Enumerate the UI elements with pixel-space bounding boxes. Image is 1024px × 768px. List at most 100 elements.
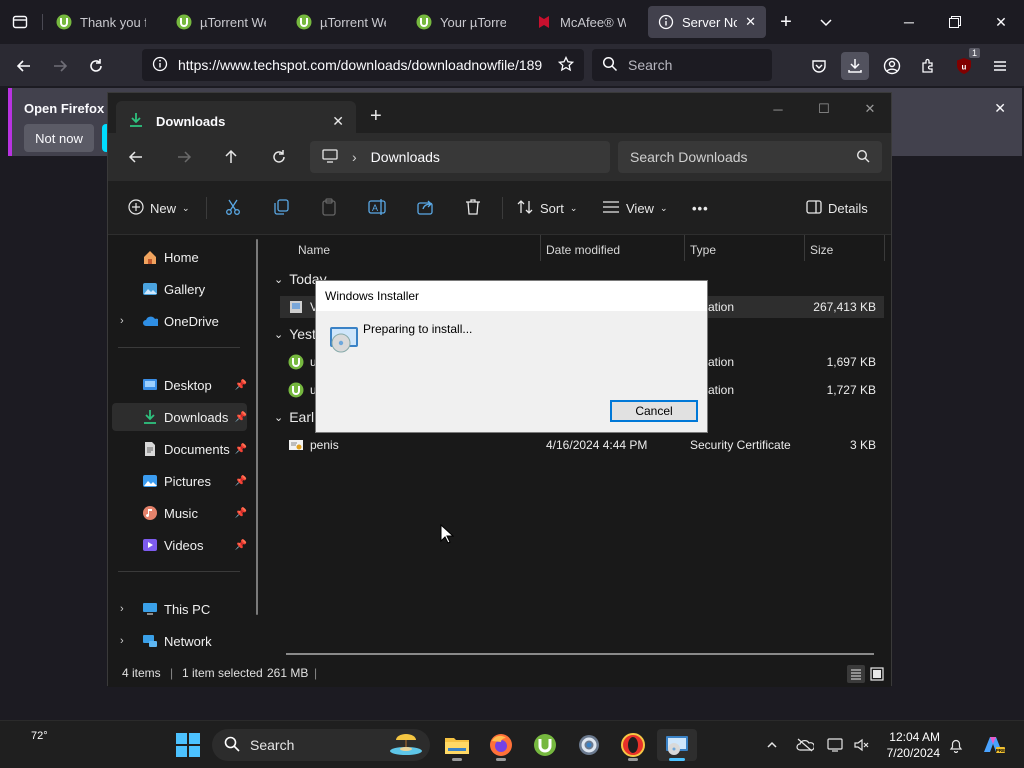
taskbar-search[interactable]: Search (212, 729, 430, 761)
browser-tab[interactable]: Thank you for (46, 6, 156, 38)
chevron-down-icon[interactable]: ⌄ (274, 328, 283, 341)
nav-item-home[interactable]: Home (112, 243, 247, 271)
pocket-icon[interactable] (805, 52, 833, 80)
more-options-button[interactable]: ••• (692, 195, 709, 221)
browser-tab[interactable]: µTorrent Web (286, 6, 396, 38)
browser-tab[interactable]: McAfee® Web (526, 6, 636, 38)
column-divider[interactable] (804, 235, 805, 261)
column-divider[interactable] (884, 235, 885, 261)
not-now-button[interactable]: Not now (24, 124, 94, 152)
reload-button[interactable] (82, 52, 110, 80)
pin-icon[interactable]: 📌 (235, 508, 247, 519)
nav-item-desktop[interactable]: Desktop 📌 (112, 371, 247, 399)
new-tab-button[interactable]: + (774, 10, 798, 34)
tiles-view-toggle[interactable] (868, 665, 886, 683)
browser-tab[interactable]: Your µTorrent (406, 6, 516, 38)
column-header-type[interactable]: Type (690, 243, 716, 257)
search-bar[interactable]: Search (592, 49, 772, 81)
notification-bell-icon[interactable] (946, 735, 966, 755)
rename-button[interactable]: A (368, 195, 386, 221)
nav-item-documents[interactable]: Documents 📌 (112, 435, 247, 463)
close-window-button[interactable]: ✕ (978, 8, 1024, 36)
url-bar[interactable]: https://www.techspot.com/downloads/downl… (142, 49, 584, 81)
start-button[interactable] (176, 733, 200, 757)
network-icon[interactable] (826, 735, 846, 755)
maximize-button[interactable]: ☐ (802, 99, 846, 119)
url-text[interactable]: https://www.techspot.com/downloads/downl… (178, 57, 548, 73)
clock[interactable]: 12:04 AM 7/20/2024 (884, 729, 940, 761)
pin-icon[interactable]: 📌 (235, 476, 247, 487)
search-input[interactable]: Search Downloads (618, 141, 882, 173)
close-tab-icon[interactable]: ✕ (332, 113, 344, 130)
extensions-icon[interactable] (914, 52, 942, 80)
list-all-tabs-button[interactable] (814, 10, 838, 34)
group-header-yesterday[interactable]: ⌄ Yest (274, 323, 316, 345)
pin-icon[interactable]: 📌 (235, 380, 247, 391)
taskbar-settings[interactable] (569, 729, 609, 761)
share-button[interactable] (416, 195, 434, 221)
breadcrumb[interactable]: Downloads (371, 149, 440, 165)
close-icon[interactable]: ✕ (994, 100, 1006, 117)
chevron-right-icon[interactable]: › (120, 603, 124, 615)
close-tab-icon[interactable]: ✕ (745, 14, 756, 30)
nav-item-pictures[interactable]: Pictures 📌 (112, 467, 247, 495)
onedrive-offline-icon[interactable] (795, 735, 815, 755)
chevron-down-icon[interactable]: ⌄ (274, 411, 283, 424)
refresh-button[interactable] (265, 143, 293, 171)
nav-item-downloads[interactable]: Downloads 📌 (112, 403, 247, 431)
chevron-down-icon[interactable]: ⌄ (274, 273, 283, 286)
taskbar-utorrent[interactable] (525, 729, 565, 761)
pin-icon[interactable]: 📌 (235, 444, 247, 455)
cut-button[interactable] (224, 195, 242, 221)
ublock-icon[interactable]: u 1 (950, 48, 980, 80)
delete-button[interactable] (464, 195, 482, 221)
minimize-button[interactable]: ─ (756, 99, 800, 119)
column-divider[interactable] (684, 235, 685, 261)
new-button[interactable]: New ⌄ (128, 195, 190, 221)
firefox-view-icon[interactable] (8, 10, 32, 34)
new-tab-button[interactable]: + (370, 105, 382, 128)
column-header-date[interactable]: Date modified (546, 243, 620, 257)
chevron-up-icon[interactable] (762, 735, 782, 755)
close-window-button[interactable]: ✕ (848, 99, 892, 119)
column-header-name[interactable]: Name (298, 243, 330, 257)
browser-tab-active[interactable]: Server Not F ✕ (648, 6, 766, 38)
volume-muted-icon[interactable] (852, 735, 872, 755)
horizontal-scrollbar[interactable] (286, 653, 874, 655)
browser-tab[interactable]: µTorrent Web (166, 6, 276, 38)
bookmark-star-icon[interactable] (557, 55, 575, 75)
view-button[interactable]: View ⌄ (602, 195, 668, 221)
forward-button[interactable] (170, 143, 198, 171)
downloads-icon[interactable] (841, 52, 869, 80)
account-icon[interactable] (878, 52, 906, 80)
menu-icon[interactable] (986, 52, 1014, 80)
details-button[interactable]: Details (806, 195, 868, 221)
address-bar[interactable]: › Downloads (310, 141, 610, 173)
forward-button[interactable] (46, 52, 74, 80)
chevron-right-icon[interactable]: › (352, 149, 357, 165)
site-info-icon[interactable] (152, 56, 168, 75)
column-divider[interactable] (540, 235, 541, 261)
nav-item-network[interactable]: › Network (112, 627, 247, 655)
nav-scrollbar[interactable] (256, 239, 258, 615)
copy-button[interactable] (272, 195, 290, 221)
back-button[interactable] (10, 52, 38, 80)
paste-button[interactable] (320, 195, 338, 221)
up-button[interactable] (217, 143, 245, 171)
chevron-right-icon[interactable]: › (120, 315, 124, 327)
nav-item-gallery[interactable]: Gallery (112, 275, 247, 303)
table-row[interactable]: penis 4/16/2024 4:44 PM Security Certifi… (280, 434, 884, 456)
taskbar-firefox[interactable] (481, 729, 521, 761)
minimize-button[interactable]: ─ (886, 8, 932, 36)
taskbar-windows-installer[interactable] (657, 729, 697, 761)
taskbar-file-explorer[interactable] (437, 729, 477, 761)
details-view-toggle[interactable] (847, 665, 865, 683)
nav-item-this-pc[interactable]: › This PC (112, 595, 247, 623)
copilot-icon[interactable]: PRE (980, 735, 1006, 755)
pin-icon[interactable]: 📌 (235, 540, 247, 551)
pin-icon[interactable]: 📌 (235, 412, 247, 423)
column-header-size[interactable]: Size (810, 243, 833, 257)
group-header-earlier[interactable]: ⌄ Earl (274, 406, 314, 428)
restore-button[interactable] (932, 8, 978, 36)
sort-button[interactable]: Sort ⌄ (516, 195, 577, 221)
